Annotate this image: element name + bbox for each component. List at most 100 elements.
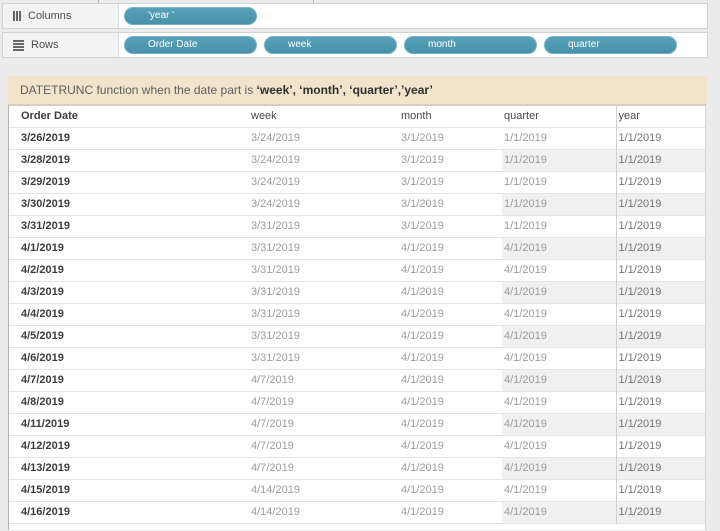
cell[interactable]: 4/1/2019 [399, 259, 502, 281]
rows-shelf[interactable]: Rows Order Date week month quarter [2, 32, 708, 58]
cell[interactable]: 4/5/2019 [9, 325, 249, 347]
cell[interactable]: 4/1/2019 [399, 413, 502, 435]
cell[interactable]: 1/1/2019 [502, 171, 616, 193]
cell[interactable]: 4/14/2019 [249, 479, 399, 501]
cell[interactable]: 1/1/2019 [615, 435, 705, 457]
rows-pill-area[interactable]: Order Date week month quarter [119, 33, 707, 57]
cell[interactable]: 3/26/2019 [9, 127, 249, 149]
cell[interactable]: 4/1/2019 [399, 347, 502, 369]
cell[interactable]: 4/1/2019 [399, 325, 502, 347]
pill-year[interactable]: 'year ' [124, 7, 257, 25]
cell[interactable]: 4/1/2019 [502, 479, 616, 501]
cell[interactable]: 1/1/2019 [615, 369, 705, 391]
cell[interactable]: 4/6/2019 [9, 347, 249, 369]
cell[interactable]: 3/1/2019 [399, 127, 502, 149]
cell[interactable]: 4/1/2019 [502, 259, 616, 281]
cell[interactable]: 3/31/2019 [249, 237, 399, 259]
cell[interactable]: 3/30/2019 [9, 193, 249, 215]
cell[interactable]: 4/15/2019 [9, 479, 249, 501]
cell[interactable]: 3/28/2019 [9, 149, 249, 171]
cell[interactable]: 4/12/2019 [9, 435, 249, 457]
cell[interactable]: 4/13/2019 [9, 457, 249, 479]
column-header-year[interactable]: year [615, 106, 705, 127]
cell[interactable]: 4/3/2019 [9, 281, 249, 303]
cell[interactable]: 4/1/2019 [399, 281, 502, 303]
cell[interactable]: 4/1/2019 [399, 237, 502, 259]
cell[interactable]: 3/31/2019 [9, 215, 249, 237]
cell[interactable]: 4/1/2019 [502, 501, 616, 523]
cell[interactable]: 1/1/2019 [615, 237, 705, 259]
cell[interactable]: 1/1/2019 [615, 303, 705, 325]
cell[interactable]: 4/7/2019 [9, 369, 249, 391]
cell[interactable]: 4/1/2019 [502, 391, 616, 413]
cell[interactable]: 3/1/2019 [399, 193, 502, 215]
cell[interactable]: 1/1/2019 [615, 193, 705, 215]
column-header-order-date[interactable]: Order Date [9, 106, 249, 127]
cell[interactable]: 1/1/2019 [502, 193, 616, 215]
cell[interactable]: 1/1/2019 [615, 479, 705, 501]
columns-pill-area[interactable]: 'year ' [119, 4, 707, 28]
cell[interactable]: 4/16/2019 [9, 501, 249, 523]
cell[interactable]: 3/31/2019 [249, 259, 399, 281]
pill-month[interactable]: month [404, 36, 537, 54]
cell[interactable]: 4/1/2019 [399, 501, 502, 523]
cell[interactable]: 1/1/2019 [615, 149, 705, 171]
cell[interactable]: 4/1/2019 [399, 303, 502, 325]
cell[interactable]: 4/8/2019 [9, 391, 249, 413]
cell[interactable]: 3/31/2019 [249, 303, 399, 325]
cell[interactable]: 4/1/2019 [502, 237, 616, 259]
cell[interactable]: 1/1/2019 [502, 127, 616, 149]
cell[interactable]: 4/1/2019 [502, 347, 616, 369]
cell[interactable]: 1/1/2019 [502, 215, 616, 237]
cell[interactable]: 1/1/2019 [615, 347, 705, 369]
cell[interactable]: 1/1/2019 [615, 325, 705, 347]
cell[interactable]: 4/1/2019 [502, 281, 616, 303]
pill-quarter[interactable]: quarter [544, 36, 677, 54]
cell[interactable]: 4/7/2019 [249, 457, 399, 479]
cell[interactable]: 1/1/2019 [502, 149, 616, 171]
cell[interactable]: 3/1/2019 [399, 149, 502, 171]
cell[interactable]: 1/1/2019 [615, 171, 705, 193]
cell[interactable]: 4/11/2019 [9, 413, 249, 435]
cell[interactable]: 4/7/2019 [249, 413, 399, 435]
pill-order-date[interactable]: Order Date [124, 36, 257, 54]
cell[interactable]: 4/1/2019 [502, 325, 616, 347]
cell[interactable]: 4/1/2019 [502, 435, 616, 457]
cell[interactable]: 1/1/2019 [615, 281, 705, 303]
pill-week[interactable]: week [264, 36, 397, 54]
columns-shelf[interactable]: Columns 'year ' [2, 3, 708, 29]
cell[interactable]: 3/24/2019 [249, 171, 399, 193]
cell[interactable]: 3/31/2019 [249, 325, 399, 347]
cell[interactable]: 3/1/2019 [399, 215, 502, 237]
cell[interactable]: 3/24/2019 [249, 193, 399, 215]
cell[interactable]: 4/7/2019 [249, 369, 399, 391]
cell[interactable]: 1/1/2019 [615, 259, 705, 281]
cell[interactable]: 4/1/2019 [399, 391, 502, 413]
cell[interactable]: 4/7/2019 [249, 435, 399, 457]
cell[interactable]: 1/1/2019 [615, 457, 705, 479]
cell[interactable]: 4/1/2019 [502, 413, 616, 435]
cell[interactable]: 1/1/2019 [615, 413, 705, 435]
cell[interactable]: 3/29/2019 [9, 171, 249, 193]
cell[interactable]: 4/1/2019 [399, 457, 502, 479]
cell[interactable]: 4/2/2019 [9, 259, 249, 281]
cell[interactable]: 3/24/2019 [249, 149, 399, 171]
cell[interactable]: 4/1/2019 [9, 237, 249, 259]
cell[interactable]: 4/1/2019 [502, 303, 616, 325]
column-header-quarter[interactable]: quarter [502, 106, 616, 127]
column-header-month[interactable]: month [399, 106, 502, 127]
column-header-week[interactable]: week [249, 106, 399, 127]
cell[interactable]: 4/7/2019 [249, 391, 399, 413]
cell[interactable]: 4/4/2019 [9, 303, 249, 325]
cell[interactable]: 1/1/2019 [615, 501, 705, 523]
cell[interactable]: 4/1/2019 [502, 369, 616, 391]
cell[interactable]: 3/31/2019 [249, 215, 399, 237]
cell[interactable]: 4/1/2019 [399, 479, 502, 501]
cell[interactable]: 4/1/2019 [399, 435, 502, 457]
cell[interactable]: 3/1/2019 [399, 171, 502, 193]
cell[interactable]: 1/1/2019 [615, 127, 705, 149]
cell[interactable]: 1/1/2019 [615, 215, 705, 237]
cell[interactable]: 4/1/2019 [502, 457, 616, 479]
cell[interactable]: 1/1/2019 [615, 391, 705, 413]
cell[interactable]: 3/24/2019 [249, 127, 399, 149]
